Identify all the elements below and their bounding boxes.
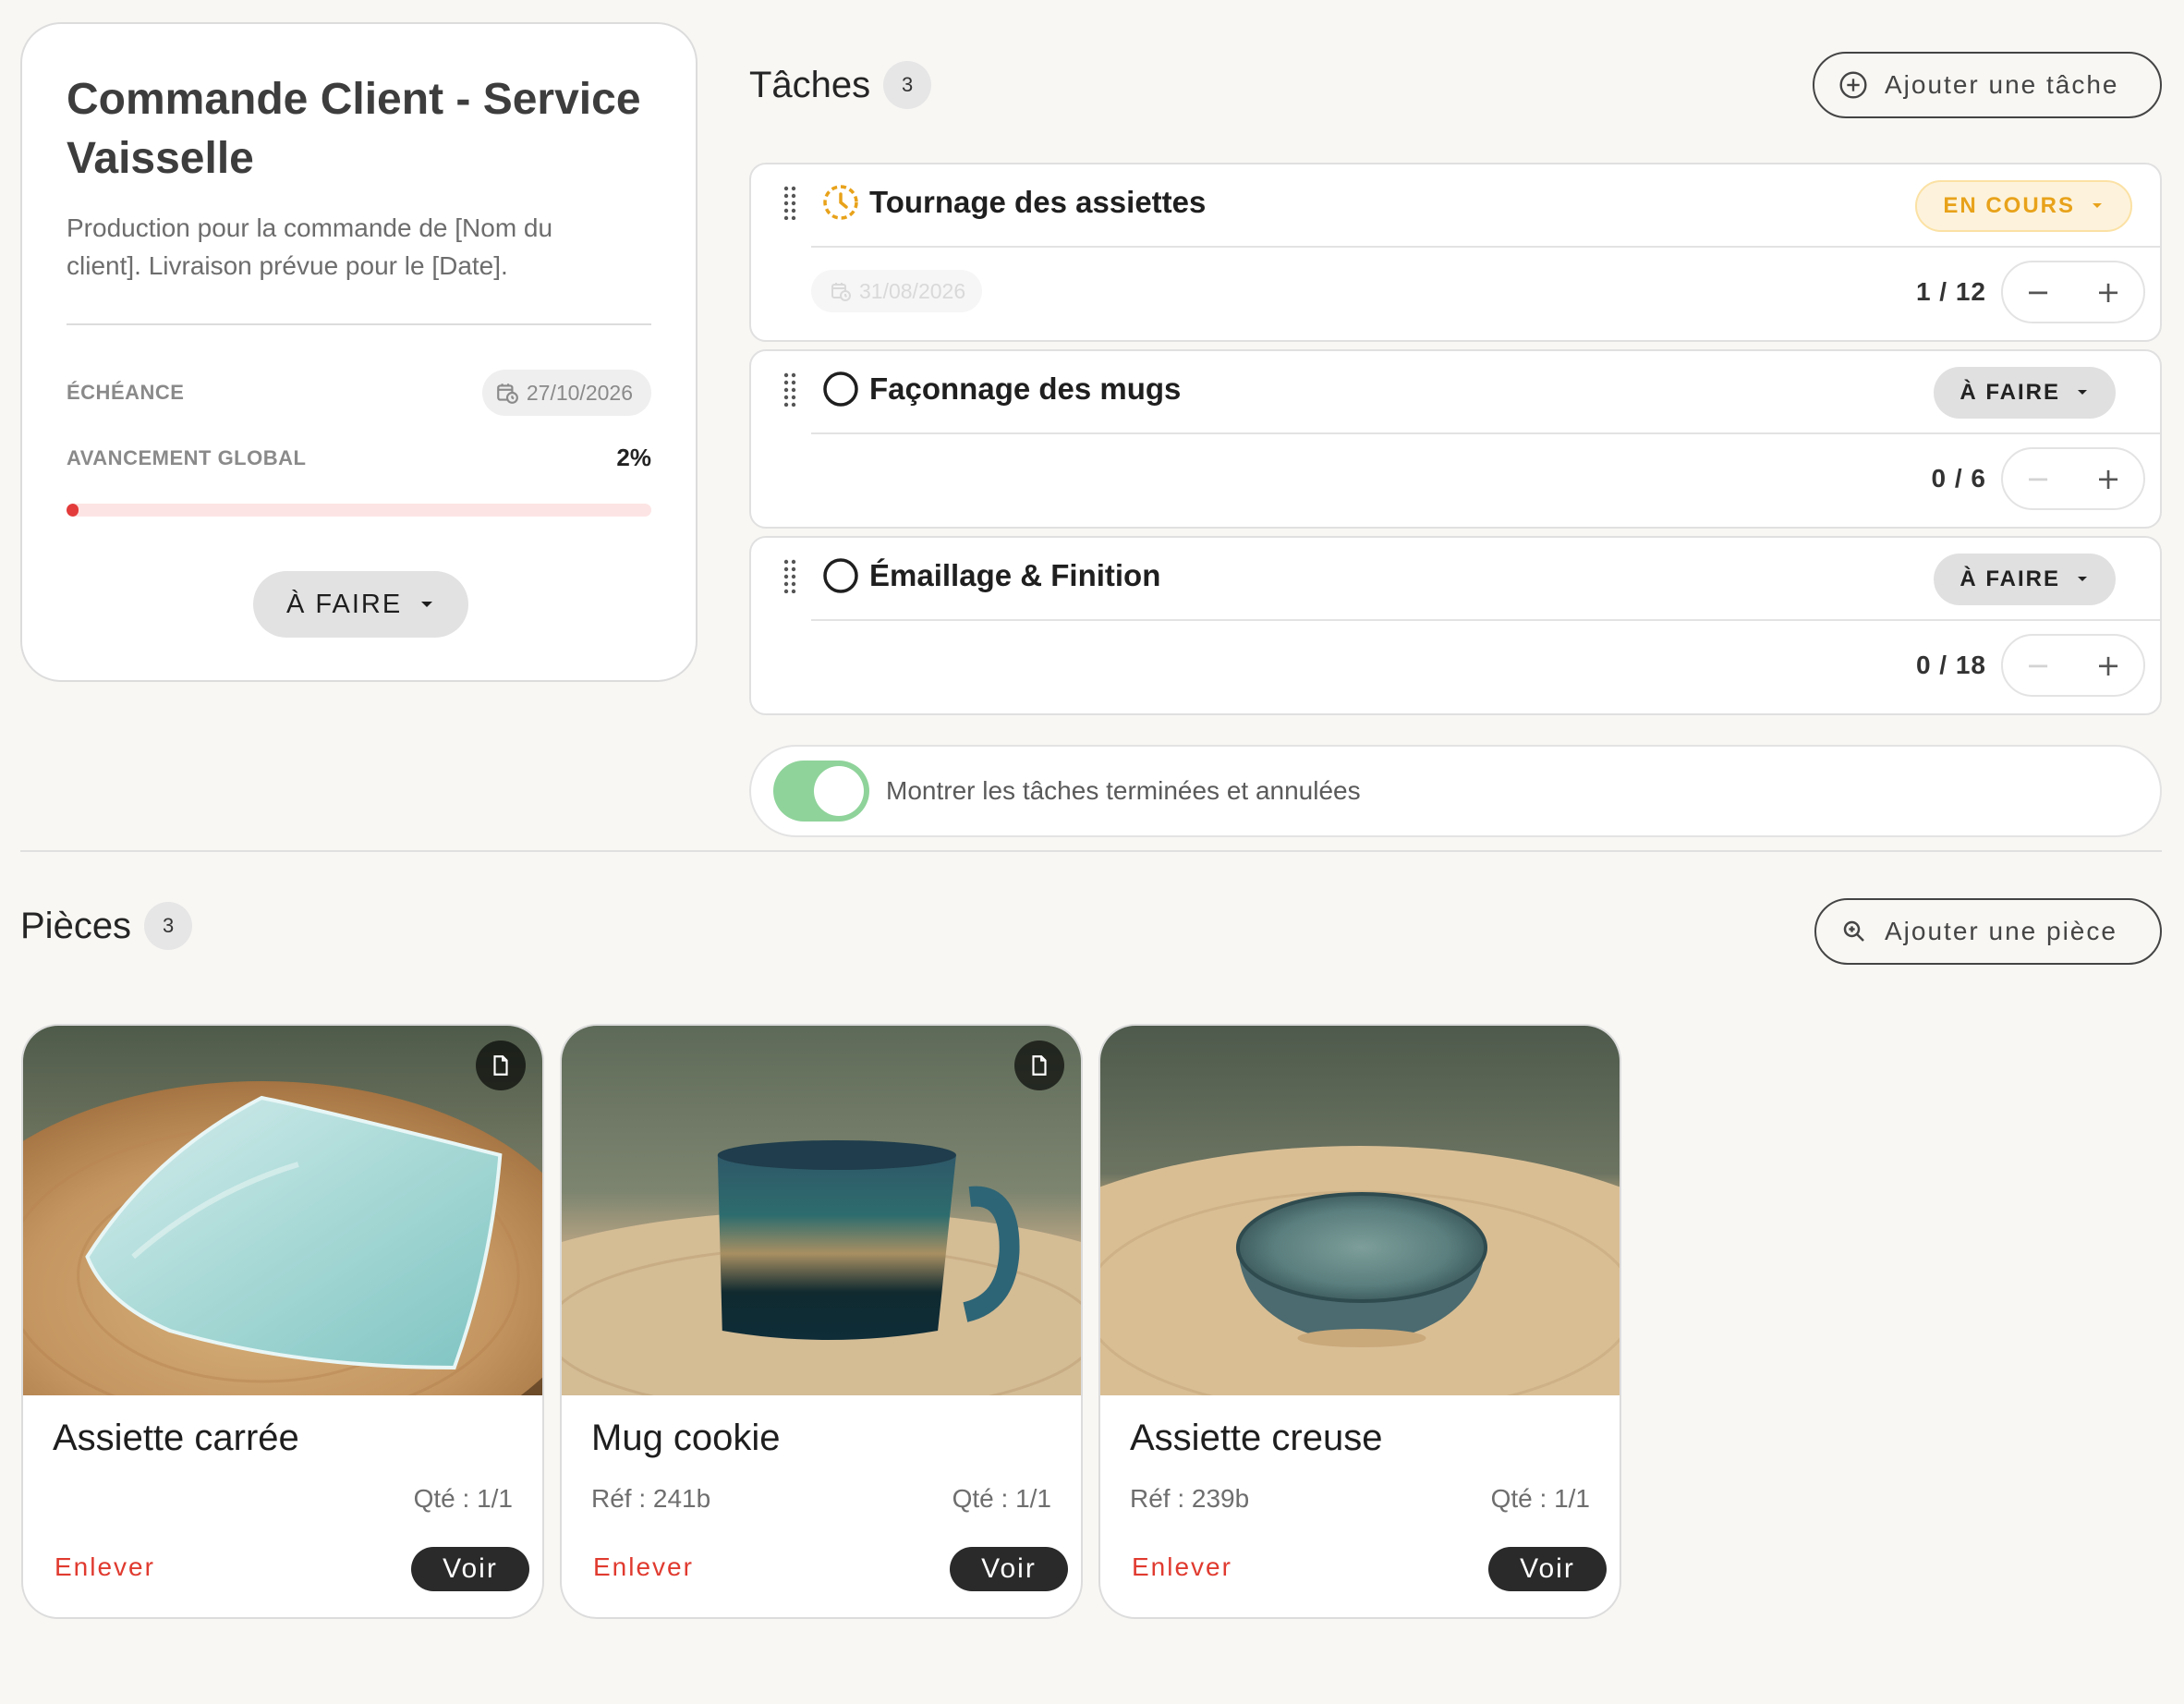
drag-handle-icon[interactable]	[781, 556, 799, 593]
increment-button[interactable]: +	[2073, 262, 2143, 322]
deadline-row: ÉCHÉANCE 27/10/2026	[67, 370, 651, 416]
calendar-clock-icon	[831, 283, 851, 301]
todo-circle-icon	[823, 558, 858, 593]
task-counter: 0 / 18	[1915, 651, 1986, 679]
task-card: Émaillage & Finition À FAIRE 0 / 18 − +	[749, 536, 2162, 715]
piece-card: Assiette carrée Qté : 1/1 Enlever Voir	[21, 1024, 544, 1619]
deadline-label: ÉCHÉANCE	[67, 381, 185, 404]
tasks-title: Tâches	[749, 64, 871, 105]
plus-circle-icon	[1839, 71, 1867, 99]
quantity-stepper: − +	[2001, 634, 2145, 697]
search-plus-icon	[1843, 920, 1864, 942]
calendar-clock-icon	[497, 383, 518, 404]
increment-button[interactable]: +	[2073, 636, 2143, 695]
piece-image[interactable]	[1100, 1026, 1620, 1395]
piece-card: Assiette creuse Réf : 239b Qté : 1/1 Enl…	[1098, 1024, 1621, 1619]
task-date-chip[interactable]: 31/08/2026	[811, 270, 983, 312]
piece-card: Mug cookie Réf : 241b Qté : 1/1 Enlever …	[560, 1024, 1083, 1619]
view-button[interactable]: Voir	[950, 1547, 1068, 1591]
deadline-value: 27/10/2026	[526, 380, 633, 405]
task-card: Tournage des assiettes EN COURS 31/08/20…	[749, 163, 2162, 342]
task-divider	[811, 246, 2160, 248]
project-title: Commande Client - Service Vaisselle	[67, 75, 641, 183]
task-divider	[811, 432, 2160, 434]
task-status-dropdown[interactable]: EN COURS	[1915, 180, 2132, 232]
piece-ref: Réf : 241b	[591, 1484, 711, 1513]
task-title: Façonnage des mugs	[869, 371, 1182, 406]
task-counter: 0 / 6	[1931, 464, 1986, 493]
task-counter: 1 / 12	[1915, 277, 1986, 306]
document-icon-button[interactable]	[1014, 1041, 1064, 1090]
in-progress-clock-icon	[823, 185, 858, 220]
add-piece-label: Ajouter une pièce	[1885, 917, 2117, 945]
increment-button[interactable]: +	[2073, 449, 2143, 508]
add-task-button[interactable]: Ajouter une tâche	[1813, 52, 2162, 118]
tasks-count-badge: 3	[883, 61, 932, 109]
progress-percent: 2%	[616, 444, 651, 471]
deadline-chip[interactable]: 27/10/2026	[481, 370, 651, 416]
task-status-label: EN COURS	[1943, 193, 2075, 218]
caret-down-icon	[2093, 203, 2102, 208]
quantity-stepper: − +	[2001, 447, 2145, 510]
quantity-stepper: − +	[2001, 261, 2145, 323]
project-description: Production pour la commande de [Nom du c…	[67, 213, 553, 280]
caret-down-icon	[2078, 577, 2087, 581]
divider	[67, 323, 651, 325]
task-card: Façonnage des mugs À FAIRE 0 / 6 − +	[749, 349, 2162, 529]
pieces-header: Pièces 3	[20, 902, 193, 950]
piece-name: Assiette carrée	[53, 1418, 299, 1458]
drag-handle-icon[interactable]	[781, 370, 799, 407]
add-task-label: Ajouter une tâche	[1885, 70, 2119, 99]
caret-down-icon	[2078, 390, 2087, 395]
piece-name: Assiette creuse	[1130, 1418, 1383, 1458]
todo-circle-icon	[823, 371, 858, 407]
section-divider	[20, 850, 2162, 852]
task-divider	[811, 619, 2160, 621]
document-icon-button[interactable]	[476, 1041, 526, 1090]
task-status-label: À FAIRE	[1960, 380, 2060, 405]
toggle-knob	[814, 766, 864, 816]
toggle-label: Montrer les tâches terminées et annulées	[886, 776, 1361, 805]
task-status-dropdown[interactable]: À FAIRE	[1934, 367, 2116, 419]
piece-image[interactable]	[562, 1026, 1081, 1395]
remove-button[interactable]: Enlever	[55, 1552, 155, 1582]
progress-row: AVANCEMENT GLOBAL 2%	[67, 444, 651, 472]
document-icon	[1032, 1055, 1047, 1076]
decrement-button[interactable]: −	[2003, 262, 2073, 322]
document-icon	[493, 1055, 508, 1076]
task-title: Émaillage & Finition	[869, 558, 1161, 592]
add-piece-button[interactable]: Ajouter une pièce	[1814, 898, 2162, 965]
tasks-header: Tâches 3	[749, 61, 932, 109]
piece-qty: Qté : 1/1	[1490, 1484, 1590, 1513]
progress-label: AVANCEMENT GLOBAL	[67, 445, 307, 469]
piece-qty: Qté : 1/1	[952, 1484, 1051, 1513]
piece-ref: Réf : 239b	[1130, 1484, 1250, 1513]
pieces-title: Pièces	[20, 905, 132, 946]
progress-bar	[67, 504, 651, 517]
decrement-button[interactable]: −	[2003, 636, 2073, 695]
piece-image[interactable]	[23, 1026, 542, 1395]
project-card: Commande Client - Service Vaisselle Prod…	[20, 22, 698, 682]
project-status-label: À FAIRE	[286, 589, 403, 619]
piece-qty: Qté : 1/1	[413, 1484, 513, 1513]
progress-fill	[67, 504, 79, 517]
remove-button[interactable]: Enlever	[593, 1552, 694, 1582]
pieces-count-badge: 3	[144, 902, 193, 950]
caret-down-icon	[421, 602, 433, 607]
decrement-button[interactable]: −	[2003, 449, 2073, 508]
show-completed-toggle-row: Montrer les tâches terminées et annulées	[749, 745, 2162, 837]
drag-handle-icon[interactable]	[781, 183, 799, 220]
piece-name: Mug cookie	[591, 1418, 781, 1458]
view-button[interactable]: Voir	[411, 1547, 529, 1591]
task-date-value: 31/08/2026	[859, 278, 966, 303]
remove-button[interactable]: Enlever	[1132, 1552, 1232, 1582]
show-completed-toggle[interactable]	[773, 761, 869, 822]
task-status-label: À FAIRE	[1960, 566, 2060, 591]
view-button[interactable]: Voir	[1488, 1547, 1607, 1591]
project-status-dropdown[interactable]: À FAIRE	[253, 571, 469, 638]
task-title: Tournage des assiettes	[869, 185, 1207, 219]
task-status-dropdown[interactable]: À FAIRE	[1934, 554, 2116, 605]
